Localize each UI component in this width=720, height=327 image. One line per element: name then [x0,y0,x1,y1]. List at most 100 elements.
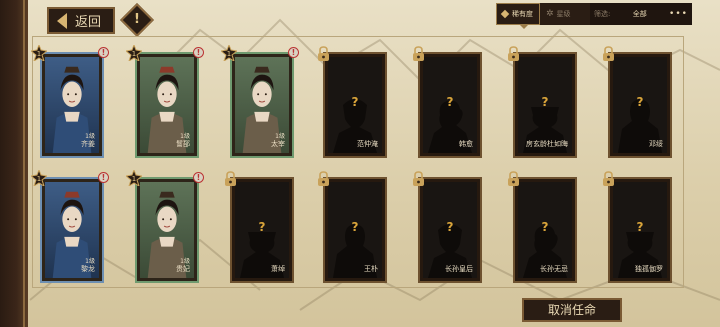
unknown-mark: ? [636,95,644,109]
unknown-mark: ? [636,220,644,234]
back-arrow-icon [57,12,67,29]
sort-star-tab[interactable]: ✲ 星级 [540,9,577,19]
character-card[interactable]: ? 独孤伽罗 [603,171,672,283]
filter-value: 全部 [632,10,647,18]
unknown-mark: ? [351,95,359,109]
card-art: ? 邓绥 [613,57,667,153]
sort-star-label: 星级 [556,10,571,18]
lock-icon [603,46,614,61]
card-frame: ? 范仲淹 [323,52,387,158]
svg-text:1: 1 [37,175,41,183]
card-frame: 1级 鬙郚 [135,52,199,158]
card-frame: 1级 黎龙 [40,177,104,283]
rank-badge-icon: 1 [126,45,142,61]
character-card[interactable]: ? 长孙无忌 [508,171,577,283]
card-art: 1级 贵妃 [140,182,194,278]
lock-icon [318,46,329,61]
unknown-mark: ? [541,220,549,234]
character-card[interactable]: ? 范仲淹 [318,46,387,158]
sort-rarity-tab[interactable]: 稀有度 [496,3,540,29]
card-frame: ? 独孤伽罗 [608,177,672,283]
filter-dropdown[interactable]: 筛选: 全部 ••• [590,3,692,25]
card-name: 房玄龄杜如晦 [526,140,568,148]
active-indicator-icon [519,24,529,29]
card-name: 范仲淹 [357,140,378,148]
character-card[interactable]: 1级 太宰 1! [221,45,299,158]
card-art: ? 独孤伽罗 [613,182,667,278]
card-art: 1级 太宰 [235,57,289,153]
character-card[interactable]: ? 房玄龄杜如晦 [508,46,577,158]
card-art: 1级 黎龙 [45,182,99,278]
unknown-mark: ? [351,220,359,234]
lock-icon [508,171,519,186]
cancel-appointment-button[interactable]: 取消任命 [522,298,622,322]
alert-icon: ! [98,47,109,58]
card-name: 王朴 [364,265,378,273]
card-art: 1级 齐姜 [45,57,99,153]
card-name: 萧绰 [271,265,285,273]
alert-icon: ! [288,47,299,58]
filter-label: 筛选: [594,10,611,18]
unknown-mark: ? [446,220,454,234]
sort-rarity-label: 稀有度 [512,10,533,18]
character-card[interactable]: ? 韩愈 [413,46,482,158]
card-art: ? 萧绰 [235,182,289,278]
lock-icon [603,171,614,186]
card-name: 贵妃 [176,265,190,273]
card-name: 黎龙 [81,265,95,273]
info-icon: ! [134,12,140,27]
lock-icon [413,171,424,186]
card-art: ? 房玄龄杜如晦 [518,57,572,153]
rank-badge-icon: 1 [126,170,142,186]
card-frame: 1级 太宰 [230,52,294,158]
card-frame: 1级 贵妃 [135,177,199,283]
card-frame: ? 王朴 [323,177,387,283]
back-button-label: 返回 [75,15,102,30]
lock-icon [225,171,236,186]
character-card[interactable]: ? 王朴 [318,171,387,283]
svg-text:1: 1 [132,50,136,58]
card-art: 1级 鬙郚 [140,57,194,153]
unknown-mark: ? [446,95,454,109]
character-card[interactable]: ? 长孙皇后 [413,171,482,283]
star-icon: ✲ [546,9,554,19]
card-frame: ? 萧绰 [230,177,294,283]
alert-icon: ! [98,172,109,183]
svg-text:1: 1 [37,50,41,58]
rank-badge-icon: 1 [221,45,237,61]
card-frame: ? 长孙无忌 [513,177,577,283]
character-card[interactable]: 1级 黎龙 1! [31,170,109,283]
card-art: ? 长孙皇后 [423,182,477,278]
character-card[interactable]: 1级 齐姜 1! [31,45,109,158]
card-frame: ? 房玄龄杜如晦 [513,52,577,158]
card-name: 韩愈 [459,140,473,148]
card-name: 独孤伽罗 [635,265,663,273]
character-card[interactable]: 1级 鬙郚 1! [126,45,204,158]
alert-icon: ! [193,172,204,183]
card-frame: ? 韩愈 [418,52,482,158]
card-name: 长孙无忌 [540,265,568,273]
card-frame: ? 邓绥 [608,52,672,158]
lock-icon [318,171,329,186]
diamond-icon [500,9,510,19]
more-icon[interactable]: ••• [669,9,688,19]
character-card[interactable]: ? 邓绥 [603,46,672,158]
back-button[interactable]: 返回 [47,7,115,34]
card-frame: 1级 齐姜 [40,52,104,158]
card-frame: ? 长孙皇后 [418,177,482,283]
alert-icon: ! [193,47,204,58]
character-card[interactable]: 1级 贵妃 1! [126,170,204,283]
unknown-mark: ? [258,220,266,234]
lock-icon [413,46,424,61]
rank-badge-icon: 1 [31,45,47,61]
rank-badge-icon: 1 [31,170,47,186]
card-art: ? 王朴 [328,182,382,278]
card-name: 长孙皇后 [445,265,473,273]
svg-text:1: 1 [227,50,231,58]
lock-icon [508,46,519,61]
svg-text:1: 1 [132,175,136,183]
card-name: 邓绥 [649,140,663,148]
character-card[interactable]: ? 萧绰 [225,171,294,283]
card-art: ? 长孙无忌 [518,182,572,278]
card-name: 太宰 [271,140,285,148]
